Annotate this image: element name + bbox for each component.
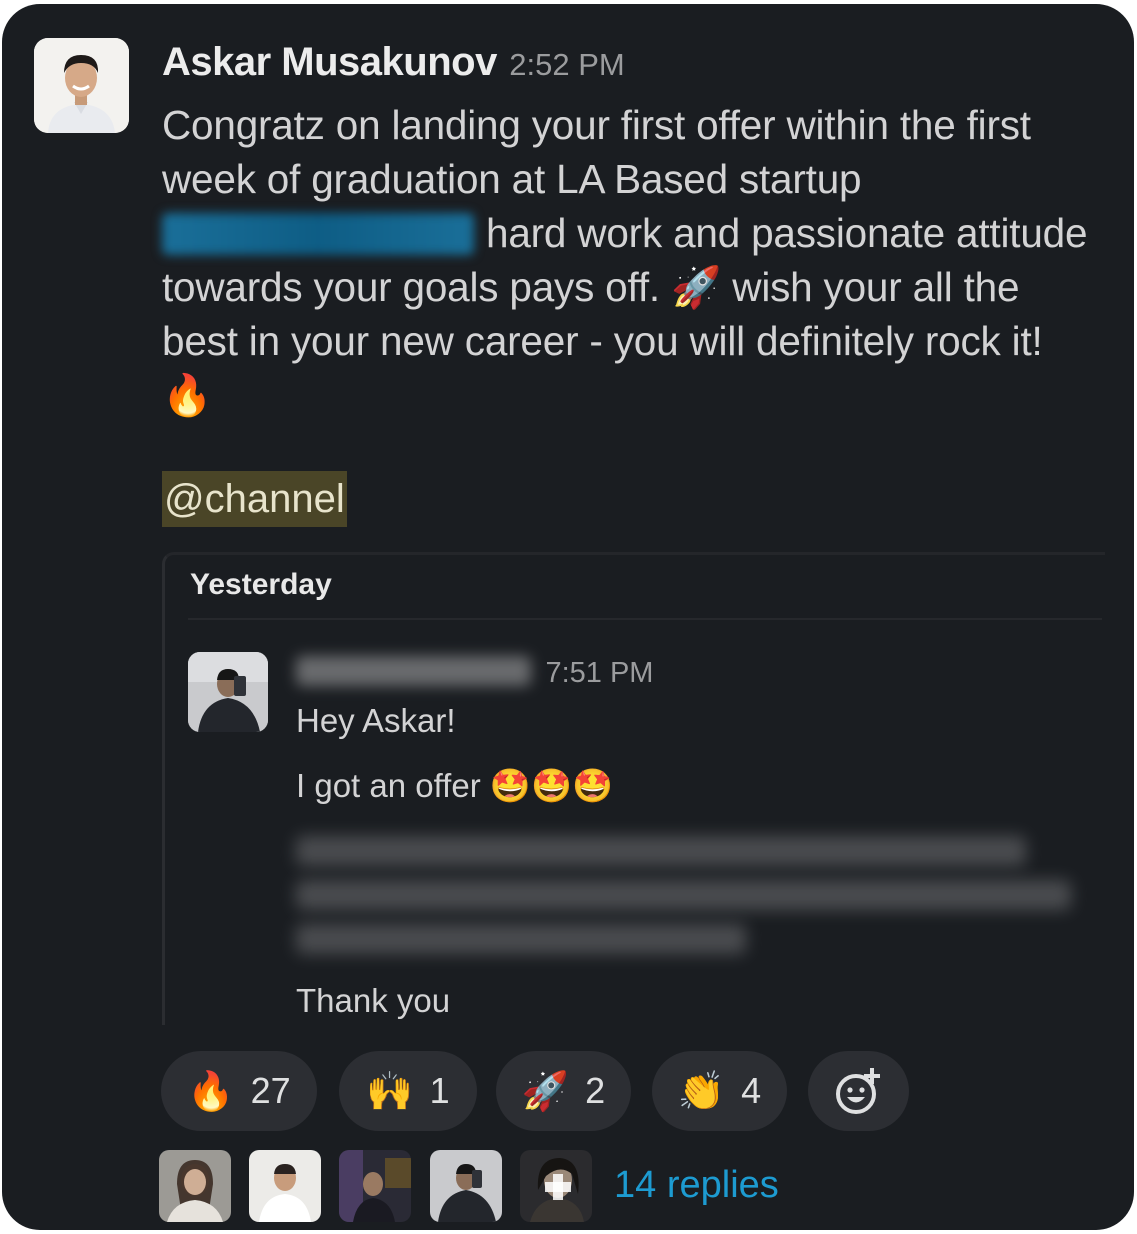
quote-date-label: Yesterday [190, 568, 332, 601]
quoted-author-name-blurred[interactable] [296, 656, 531, 686]
message-timestamp[interactable]: 2:52 PM [509, 47, 624, 82]
author-avatar[interactable] [34, 38, 129, 133]
quoted-line-2-text: I got an offer [296, 767, 481, 804]
reaction-rocket[interactable]: 🚀 2 [496, 1051, 631, 1131]
reaction-clap[interactable]: 👏 4 [652, 1051, 787, 1131]
message-card: Askar Musakunov 2:52 PM Congratz on land… [2, 4, 1134, 1230]
reaction-count: 2 [585, 1070, 606, 1111]
add-emoji-icon [835, 1068, 880, 1114]
reaction-fire[interactable]: 🔥 27 [161, 1051, 317, 1131]
fire-icon: 🔥 [162, 371, 213, 419]
quoted-line-1: Hey Askar! [296, 702, 456, 739]
channel-mention[interactable]: @channel [162, 471, 347, 527]
thread-replies-link[interactable]: 14 replies [614, 1164, 779, 1207]
quoted-line-last: Thank you [296, 982, 451, 1019]
replier-avatar[interactable] [430, 1150, 502, 1222]
fire-icon: 🔥 [187, 1068, 235, 1113]
replier-avatar[interactable] [159, 1150, 231, 1222]
message-header: Askar Musakunov 2:52 PM [162, 40, 625, 85]
replier-avatar[interactable] [249, 1150, 321, 1222]
user-mention-blurred[interactable] [162, 213, 474, 255]
reaction-raised-hands[interactable]: 🙌 1 [339, 1051, 477, 1131]
reaction-count: 1 [429, 1070, 450, 1111]
replier-avatar[interactable] [339, 1150, 411, 1222]
reaction-count: 27 [250, 1070, 291, 1111]
quoted-message-timestamp[interactable]: 7:51 PM [545, 657, 653, 689]
message-body: Congratz on landing your first offer wit… [162, 98, 1092, 422]
rocket-icon: 🚀 [670, 263, 722, 311]
clapping-hands-icon: 👏 [677, 1068, 726, 1113]
quoted-message-header: 7:51 PM [296, 656, 653, 690]
rocket-icon: 🚀 [521, 1068, 570, 1113]
star-struck-icon: 🤩🤩🤩 [489, 766, 614, 805]
add-reaction-button[interactable] [808, 1051, 909, 1131]
quoted-author-avatar[interactable] [188, 652, 268, 732]
reaction-count: 4 [741, 1070, 762, 1111]
message-text-part1: Congratz on landing your first offer wit… [162, 102, 1031, 202]
author-name[interactable]: Askar Musakunov [162, 40, 497, 84]
blurred-text-block [296, 836, 1076, 968]
raised-hands-icon: 🙌 [366, 1068, 414, 1113]
divider [188, 618, 1102, 620]
quoted-line-2: I got an offer 🤩🤩🤩 [296, 766, 613, 806]
replier-avatar[interactable] [520, 1150, 592, 1222]
